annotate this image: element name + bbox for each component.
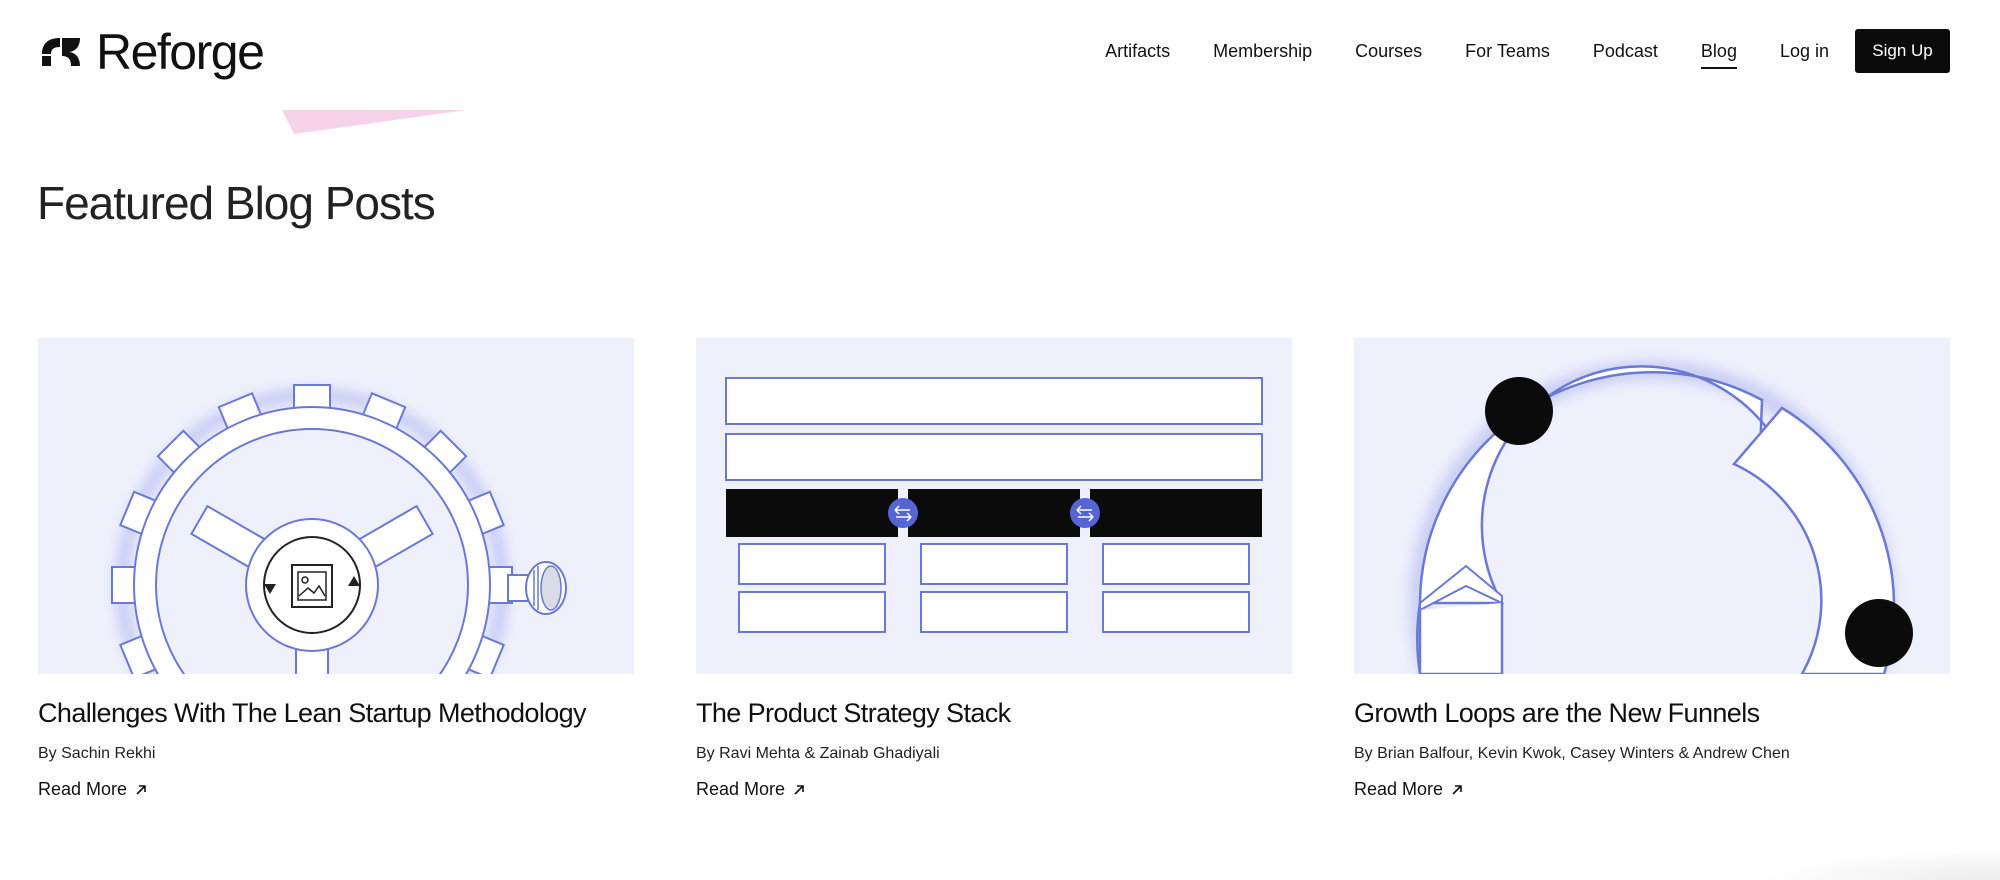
site-header: Reforge Artifacts Membership Courses For… (0, 0, 2000, 105)
read-more-label: Read More (38, 779, 128, 799)
arrow-up-right-icon (1452, 784, 1462, 795)
strategy-stack-illustration[interactable] (696, 338, 1292, 674)
post-title[interactable]: The Product Strategy Stack (696, 698, 1292, 729)
nav-artifacts[interactable]: Artifacts (1105, 30, 1170, 72)
arrow-up-right-icon (794, 784, 804, 795)
nav-podcast[interactable]: Podcast (1593, 30, 1658, 72)
main-nav: Artifacts Membership Courses For Teams P… (1062, 29, 1950, 73)
read-more-link[interactable]: Read More (696, 779, 805, 800)
read-more-label: Read More (1354, 779, 1444, 799)
arrow-up-right-icon (136, 784, 146, 795)
gear-illustration[interactable] (38, 338, 634, 674)
pink-decorative-shape (282, 110, 467, 134)
nav-blog[interactable]: Blog (1700, 30, 1737, 72)
growth-loop-illustration[interactable] (1354, 338, 1950, 674)
reforge-logo[interactable]: Reforge (38, 24, 265, 80)
blog-card: The Product Strategy Stack By Ravi Mehta… (696, 338, 1292, 800)
post-author: By Sachin Rekhi (38, 745, 156, 762)
brand-name: Reforge (96, 24, 265, 80)
reforge-logo-mark-icon (42, 38, 80, 66)
nav-for-teams[interactable]: For Teams (1465, 30, 1550, 72)
corner-shadow (1760, 850, 2000, 880)
post-title[interactable]: Challenges With The Lean Startup Methodo… (38, 698, 634, 729)
sign-up-button[interactable]: Sign Up (1855, 29, 1950, 73)
post-title[interactable]: Growth Loops are the New Funnels (1354, 698, 1950, 729)
read-more-label: Read More (696, 779, 786, 799)
read-more-link[interactable]: Read More (1354, 779, 1463, 800)
blog-card: Challenges With The Lean Startup Methodo… (38, 338, 634, 800)
nav-membership[interactable]: Membership (1213, 30, 1312, 72)
nav-courses[interactable]: Courses (1355, 30, 1422, 72)
read-more-link[interactable]: Read More (38, 779, 147, 800)
blog-card: Growth Loops are the New Funnels By Bria… (1354, 338, 1950, 800)
nav-log-in[interactable]: Log in (1780, 30, 1829, 72)
post-author: By Ravi Mehta & Zainab Ghadiyali (696, 745, 940, 762)
section-title: Featured Blog Posts (37, 177, 436, 229)
post-author: By Brian Balfour, Kevin Kwok, Casey Wint… (1354, 745, 1790, 762)
